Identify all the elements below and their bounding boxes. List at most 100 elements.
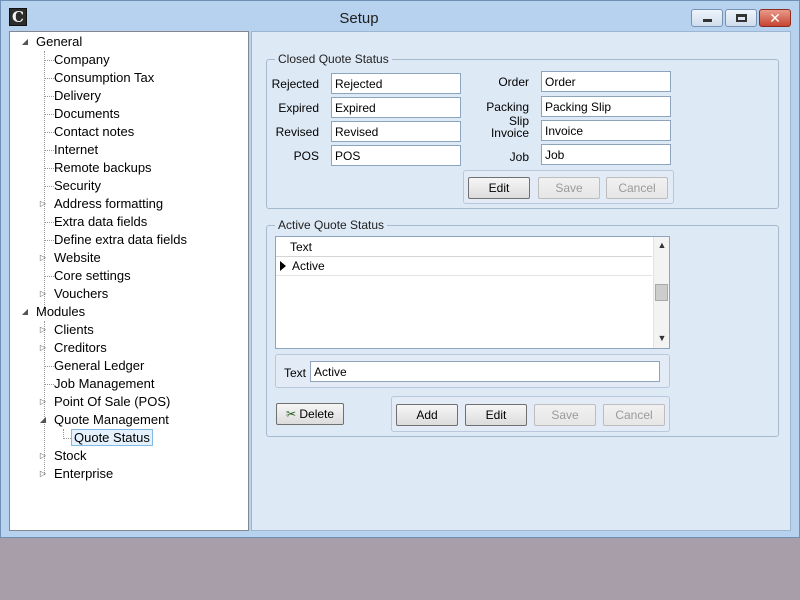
close-button[interactable]: ✕ <box>759 9 791 27</box>
tree-node-label: Company <box>54 52 110 67</box>
tree-node-core-settings[interactable]: Core settings <box>38 267 238 285</box>
tree-node-company[interactable]: Company <box>38 51 238 69</box>
grid-column-text[interactable]: Text <box>290 237 312 257</box>
tree-node-clients[interactable]: ▷ Clients <box>38 321 238 339</box>
expired-label: Expired <box>278 101 319 115</box>
grid-scrollbar[interactable]: ▲ ▼ <box>653 237 669 348</box>
tree-node-label: Stock <box>54 448 87 463</box>
tree-node-label: Core settings <box>54 268 131 283</box>
collapse-icon[interactable]: ◢ <box>20 303 30 321</box>
tree-node-label: Extra data fields <box>54 214 148 229</box>
tree-node-label: General <box>36 34 83 49</box>
group-legend: Active Quote Status <box>275 218 388 232</box>
tree-node-consumption-tax[interactable]: Consumption Tax <box>38 69 238 87</box>
order-field[interactable] <box>541 71 671 92</box>
tree-node-vouchers[interactable]: ▷ Vouchers <box>38 285 238 303</box>
expand-icon[interactable]: ▷ <box>38 285 48 303</box>
tree-node-job-management[interactable]: Job Management <box>38 375 238 393</box>
tree-node-point-of-sale[interactable]: ▷ Point Of Sale (POS) <box>38 393 238 411</box>
tree-node-internet[interactable]: Internet <box>38 141 238 159</box>
tree-node-contact-notes[interactable]: Contact notes <box>38 123 238 141</box>
expand-icon[interactable]: ▷ <box>38 465 48 483</box>
rejected-field[interactable] <box>331 73 461 94</box>
scroll-thumb[interactable] <box>655 284 668 301</box>
closed-save-button[interactable]: Save <box>538 177 600 199</box>
tree-node-creditors[interactable]: ▷ Creditors <box>38 339 238 357</box>
tree-node-enterprise[interactable]: ▷ Enterprise <box>38 465 238 483</box>
collapse-icon[interactable]: ◢ <box>38 411 48 429</box>
active-status-button-bar: Add Edit Save Cancel <box>391 396 670 432</box>
delete-button[interactable]: ✂ Delete <box>276 403 344 425</box>
closed-status-button-bar: Edit Save Cancel <box>463 170 674 204</box>
active-save-button[interactable]: Save <box>534 404 596 426</box>
scroll-down-icon[interactable]: ▼ <box>655 333 669 343</box>
closed-edit-button[interactable]: Edit <box>468 177 530 199</box>
quote-status-panel: Closed Quote Status Rejected Expired Rev… <box>251 31 791 531</box>
invoice-field[interactable] <box>541 120 671 141</box>
delete-icon: ✂ <box>285 407 297 421</box>
title-bar[interactable]: C Setup ✕ <box>1 1 799 31</box>
tree-node-extra-data-fields[interactable]: Extra data fields <box>38 213 238 231</box>
expired-field[interactable] <box>331 97 461 118</box>
tree-node-label: Define extra data fields <box>54 232 187 247</box>
tree-node-quote-status[interactable]: Quote Status <box>57 429 227 447</box>
tree-node-modules[interactable]: ◢ Modules <box>20 303 140 321</box>
tree-node-security[interactable]: Security <box>38 177 238 195</box>
text-label: Text <box>283 366 306 380</box>
table-row[interactable]: Active <box>276 257 652 276</box>
active-edit-button[interactable]: Edit <box>465 404 527 426</box>
grid-cell: Active <box>292 259 325 273</box>
maximize-icon <box>736 14 747 22</box>
tree-node-label: Clients <box>54 322 94 337</box>
tree-node-label: Website <box>54 250 101 265</box>
tree-node-label: Quote Status <box>71 429 153 446</box>
active-quote-status-group: Active Quote Status Text Active ▲ ▼ Text <box>266 218 779 437</box>
order-label: Order <box>498 75 529 89</box>
close-icon: ✕ <box>769 10 781 26</box>
closed-cancel-button[interactable]: Cancel <box>606 177 668 199</box>
setup-window: C Setup ✕ ◢ General Company Consumption … <box>0 0 800 538</box>
invoice-label: Invoice <box>490 126 529 140</box>
tree-node-website[interactable]: ▷ Website <box>38 249 238 267</box>
active-cancel-button[interactable]: Cancel <box>603 404 665 426</box>
group-legend: Closed Quote Status <box>275 52 392 66</box>
expand-icon[interactable]: ▷ <box>38 195 48 213</box>
tree-node-label: Internet <box>54 142 99 157</box>
tree-node-delivery[interactable]: Delivery <box>38 87 238 105</box>
expand-icon[interactable]: ▷ <box>38 447 48 465</box>
revised-field[interactable] <box>331 121 461 142</box>
tree-node-label: Enterprise <box>54 466 114 481</box>
tree-node-address-formatting[interactable]: ▷ Address formatting <box>38 195 238 213</box>
active-status-grid[interactable]: Text Active ▲ ▼ <box>275 236 670 349</box>
job-label: Job <box>509 150 529 164</box>
rejected-label: Rejected <box>271 77 319 91</box>
packing-slip-field[interactable] <box>541 96 671 117</box>
delete-button-label: Delete <box>299 407 335 421</box>
scroll-up-icon[interactable]: ▲ <box>655 240 669 250</box>
job-field[interactable] <box>541 144 671 165</box>
collapse-icon[interactable]: ◢ <box>20 33 30 51</box>
expand-icon[interactable]: ▷ <box>38 321 48 339</box>
tree-node-stock[interactable]: ▷ Stock <box>38 447 238 465</box>
expand-icon[interactable]: ▷ <box>38 249 48 267</box>
tree-node-remote-backups[interactable]: Remote backups <box>38 159 238 177</box>
settings-tree[interactable]: ◢ General Company Consumption Tax Delive… <box>9 31 249 531</box>
tree-node-label: Contact notes <box>54 124 135 139</box>
text-field[interactable] <box>310 361 660 382</box>
tree-node-label: Point Of Sale (POS) <box>54 394 171 409</box>
tree-node-general[interactable]: ◢ General <box>20 33 140 51</box>
tree-node-documents[interactable]: Documents <box>38 105 238 123</box>
tree-node-label: Job Management <box>54 376 155 391</box>
minimize-button[interactable] <box>691 9 723 27</box>
tree-node-label: Address formatting <box>54 196 164 211</box>
active-add-button[interactable]: Add <box>396 404 458 426</box>
tree-node-define-extra-data-fields[interactable]: Define extra data fields <box>38 231 238 249</box>
tree-node-general-ledger[interactable]: General Ledger <box>38 357 238 375</box>
pos-field[interactable] <box>331 145 461 166</box>
tree-node-label: Remote backups <box>54 160 152 175</box>
tree-node-quote-management[interactable]: ◢ Quote Management <box>38 411 238 429</box>
expand-icon[interactable]: ▷ <box>38 339 48 357</box>
maximize-button[interactable] <box>725 9 757 27</box>
expand-icon[interactable]: ▷ <box>38 393 48 411</box>
window-title: Setup <box>339 10 379 27</box>
